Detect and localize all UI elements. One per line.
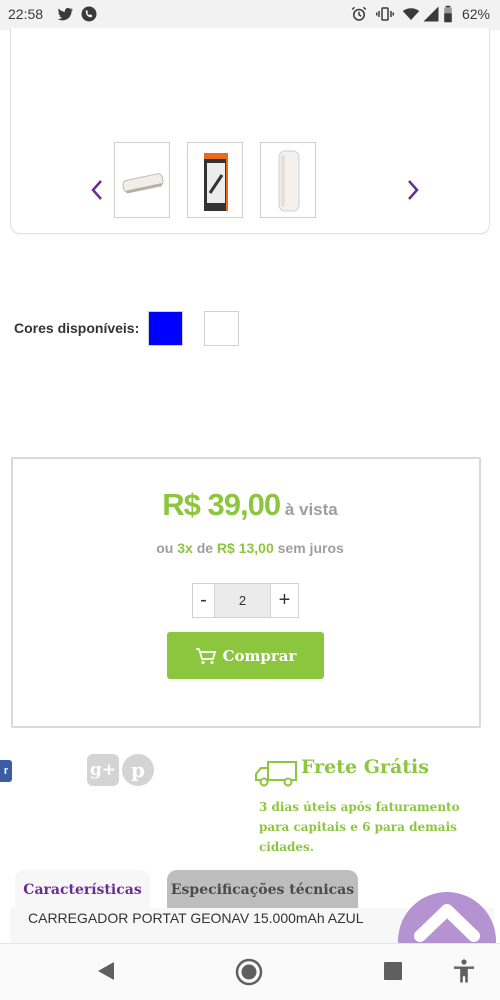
twitter-icon xyxy=(57,7,74,21)
color-swatch-white[interactable] xyxy=(204,311,239,346)
tab-caracteristicas[interactable]: Características xyxy=(15,870,150,910)
quantity-minus-button[interactable]: - xyxy=(193,584,214,617)
shipping-title: Frete Grátis xyxy=(301,756,429,778)
status-bar: 22:58 62% xyxy=(0,0,500,30)
facebook-share-button[interactable]: r xyxy=(0,760,12,782)
installment-de: de xyxy=(196,540,214,556)
pinterest-label: p xyxy=(131,758,145,782)
product-gallery xyxy=(10,28,490,234)
cart-icon xyxy=(195,647,216,664)
whatsapp-icon xyxy=(81,6,97,22)
alarm-icon xyxy=(351,6,367,21)
vibrate-icon xyxy=(376,7,394,21)
accessibility-icon[interactable] xyxy=(453,959,475,983)
shipping-description: 3 dias úteis após faturamento para capit… xyxy=(259,800,460,854)
product-name: CARREGADOR PORTAT GEONAV 15.000mAh AZUL xyxy=(28,910,364,926)
installment-suffix: sem juros xyxy=(277,540,344,556)
quantity-plus-button[interactable]: + xyxy=(271,584,298,617)
buy-button[interactable]: Comprar xyxy=(167,632,324,679)
buy-button-label: Comprar xyxy=(222,646,297,665)
quantity-input[interactable] xyxy=(214,584,271,617)
tab-especificacoes[interactable]: Especificações técnicas xyxy=(167,870,358,910)
powerbank-package-thumbnail[interactable] xyxy=(187,142,243,218)
google-plus-label: g+ xyxy=(89,760,117,780)
back-icon[interactable] xyxy=(96,960,116,982)
truck-icon xyxy=(255,761,297,787)
powerbank-front-thumbnail[interactable] xyxy=(260,142,316,218)
battery-icon xyxy=(444,5,452,23)
installment-value: R$ 13,00 xyxy=(216,540,274,556)
android-nav-bar xyxy=(0,943,500,1000)
status-time: 22:58 xyxy=(8,6,44,22)
price-suffix: à vista xyxy=(284,500,338,519)
signal-icon xyxy=(423,6,439,22)
recents-icon[interactable] xyxy=(384,962,402,980)
home-icon[interactable] xyxy=(235,958,263,986)
wifi-icon xyxy=(402,8,420,20)
installment-prefix: ou xyxy=(156,540,174,556)
price-line: R$ 39,00 à vista xyxy=(0,487,500,523)
google-plus-button[interactable]: g+ xyxy=(87,754,119,786)
chevron-left-icon[interactable] xyxy=(88,178,106,202)
quantity-stepper: - + xyxy=(192,583,299,618)
installment-line: ou 3x de R$ 13,00 sem juros xyxy=(0,540,500,556)
chevron-right-icon[interactable] xyxy=(404,178,422,202)
battery-percent: 62% xyxy=(461,6,490,22)
powerbank-side-thumbnail[interactable] xyxy=(114,142,170,218)
price-amount: R$ 39,00 xyxy=(162,487,281,522)
installment-count: 3x xyxy=(177,540,193,556)
pinterest-button[interactable]: p xyxy=(122,754,154,786)
colors-label: Cores disponíveis: xyxy=(14,320,140,336)
color-swatch-blue[interactable] xyxy=(148,311,183,346)
